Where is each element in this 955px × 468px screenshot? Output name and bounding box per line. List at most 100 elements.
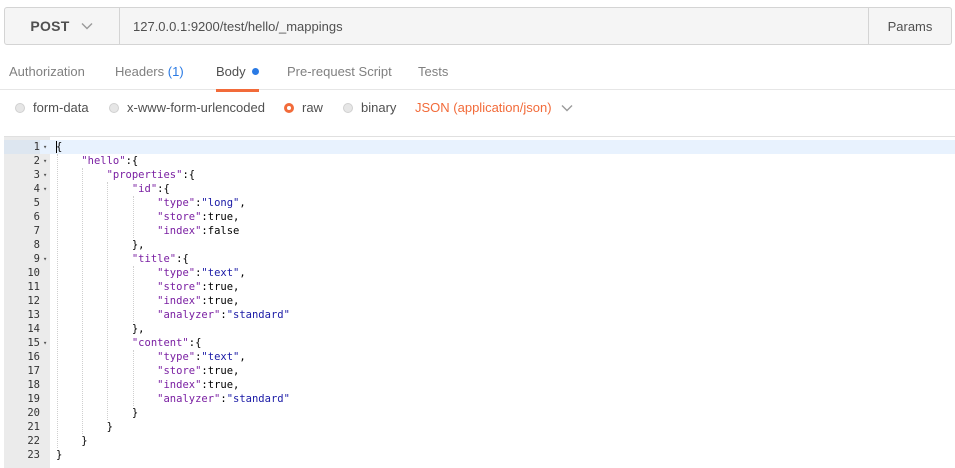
line-number: 11 [27, 281, 40, 293]
json-key: "title" [131, 253, 177, 265]
url-input[interactable]: 127.0.0.1:9200/test/hello/_mappings [120, 8, 868, 44]
json-punctuation: :true, [201, 365, 240, 377]
json-punctuation: :true, [201, 295, 240, 307]
json-body-editor[interactable]: 1 ▾{2 ▾ "hello":{3 ▾ "properties":{4 ▾ "id":… [4, 136, 955, 468]
content-type-dropdown[interactable]: JSON (application/json) [415, 100, 574, 115]
code-text: "type":"long", [56, 196, 246, 210]
indent-guide [82, 168, 84, 434]
json-punctuation: }, [131, 239, 145, 251]
json-key: "type" [157, 197, 196, 209]
mode-form-data[interactable]: form-data [15, 100, 89, 115]
line-number: 13 [27, 309, 40, 321]
json-punctuation: , [239, 351, 246, 363]
code-line: 15 ▾ "content":{ [4, 336, 955, 350]
mode-x-www-form-urlencoded[interactable]: x-www-form-urlencoded [109, 100, 265, 115]
code-line: 14 }, [4, 322, 955, 336]
request-url-bar: POST 127.0.0.1:9200/test/hello/_mappings… [4, 7, 952, 45]
fold-arrow-icon[interactable]: ▾ [43, 336, 47, 350]
tab-tests[interactable]: Tests [418, 64, 448, 89]
json-string: "standard" [226, 393, 290, 405]
code-line: 21 } [4, 420, 955, 434]
line-number: 1 [4, 140, 40, 154]
radio-icon[interactable] [109, 102, 119, 113]
code-line: 17 "store":true, [4, 364, 955, 378]
json-key: "hello" [81, 155, 126, 167]
json-punctuation: , [239, 267, 246, 279]
code-text: } [56, 434, 87, 448]
tab-label: Authorization [9, 64, 85, 79]
radio-icon[interactable] [343, 102, 353, 113]
json-key: "store" [157, 365, 202, 377]
line-number: 23 [27, 449, 40, 461]
line-number: 16 [27, 351, 40, 363]
tab-pre-request-script[interactable]: Pre-request Script [287, 64, 392, 89]
code-text: }, [56, 322, 145, 336]
json-punctuation: :{ [188, 337, 202, 349]
fold-arrow-icon[interactable]: ▾ [43, 252, 47, 266]
text-cursor [56, 141, 57, 153]
indent-guide [132, 266, 134, 322]
line-number: 12 [27, 295, 40, 307]
tab-authorization[interactable]: Authorization [9, 64, 85, 89]
tab-body[interactable]: Body [216, 64, 259, 92]
code-line: 19 "analyzer":"standard" [4, 392, 955, 406]
code-line: 6 "store":true, [4, 210, 955, 224]
tab-label: Headers [115, 64, 165, 79]
json-punctuation: :true, [201, 211, 240, 223]
fold-arrow-icon[interactable]: ▾ [43, 182, 47, 196]
method-dropdown[interactable]: POST [5, 8, 120, 44]
line-number: 19 [27, 393, 40, 405]
fold-arrow-icon[interactable]: ▾ [43, 140, 47, 154]
line-number: 10 [27, 267, 40, 279]
params-button[interactable]: Params [868, 8, 951, 44]
code-text: "hello":{ [56, 154, 138, 168]
code-text: "store":true, [56, 210, 239, 224]
tab-label: Body [216, 64, 246, 79]
radio-icon[interactable] [15, 102, 25, 113]
json-punctuation: :true, [201, 379, 240, 391]
json-key: "type" [157, 267, 196, 279]
code-line: 23} [4, 448, 955, 462]
line-number: 21 [27, 421, 40, 433]
indent-guide [132, 196, 134, 238]
json-key: "properties" [106, 169, 183, 181]
line-number: 3 [33, 169, 40, 181]
code-line: 22 } [4, 434, 955, 448]
code-text: "index":true, [56, 294, 239, 308]
json-key: "index" [157, 295, 202, 307]
indent-guide [107, 182, 109, 420]
mode-label: binary [361, 100, 397, 115]
line-number: 7 [33, 225, 40, 237]
json-punctuation: :{ [182, 169, 196, 181]
mode-label: raw [302, 100, 323, 115]
code-line: 12 "index":true, [4, 294, 955, 308]
mode-label: x-www-form-urlencoded [127, 100, 265, 115]
line-number: 4 [33, 183, 40, 195]
code-text: "type":"text", [56, 350, 246, 364]
json-punctuation: } [56, 449, 63, 461]
line-number: 2 [33, 155, 40, 167]
mode-binary[interactable]: binary [343, 100, 396, 115]
code-line: 10 "type":"text", [4, 266, 955, 280]
fold-arrow-icon[interactable]: ▾ [43, 154, 47, 168]
code-line: 8 }, [4, 238, 955, 252]
request-tabs: Authorization Headers (1) Body Pre-reque… [0, 58, 955, 92]
code-text: "properties":{ [56, 168, 196, 182]
code-text: "content":{ [56, 336, 202, 350]
line-number: 20 [27, 407, 40, 419]
code-text: }, [56, 238, 145, 252]
fold-arrow-icon[interactable]: ▾ [43, 168, 47, 182]
code-line: 13 "analyzer":"standard" [4, 308, 955, 322]
json-punctuation: :{ [176, 253, 189, 265]
code-line: 1 ▾{ [4, 140, 955, 154]
radio-checked-icon[interactable] [284, 102, 294, 113]
code-text: "id":{ [56, 182, 170, 196]
json-string: "text" [201, 267, 240, 279]
code-text: "analyzer":"standard" [56, 308, 290, 322]
mode-raw[interactable]: raw [284, 100, 323, 115]
json-string: "long" [201, 197, 240, 209]
code-line: 11 "store":true, [4, 280, 955, 294]
tab-headers[interactable]: Headers (1) [115, 64, 184, 89]
json-key: "store" [157, 281, 202, 293]
json-string: "standard" [226, 309, 290, 321]
